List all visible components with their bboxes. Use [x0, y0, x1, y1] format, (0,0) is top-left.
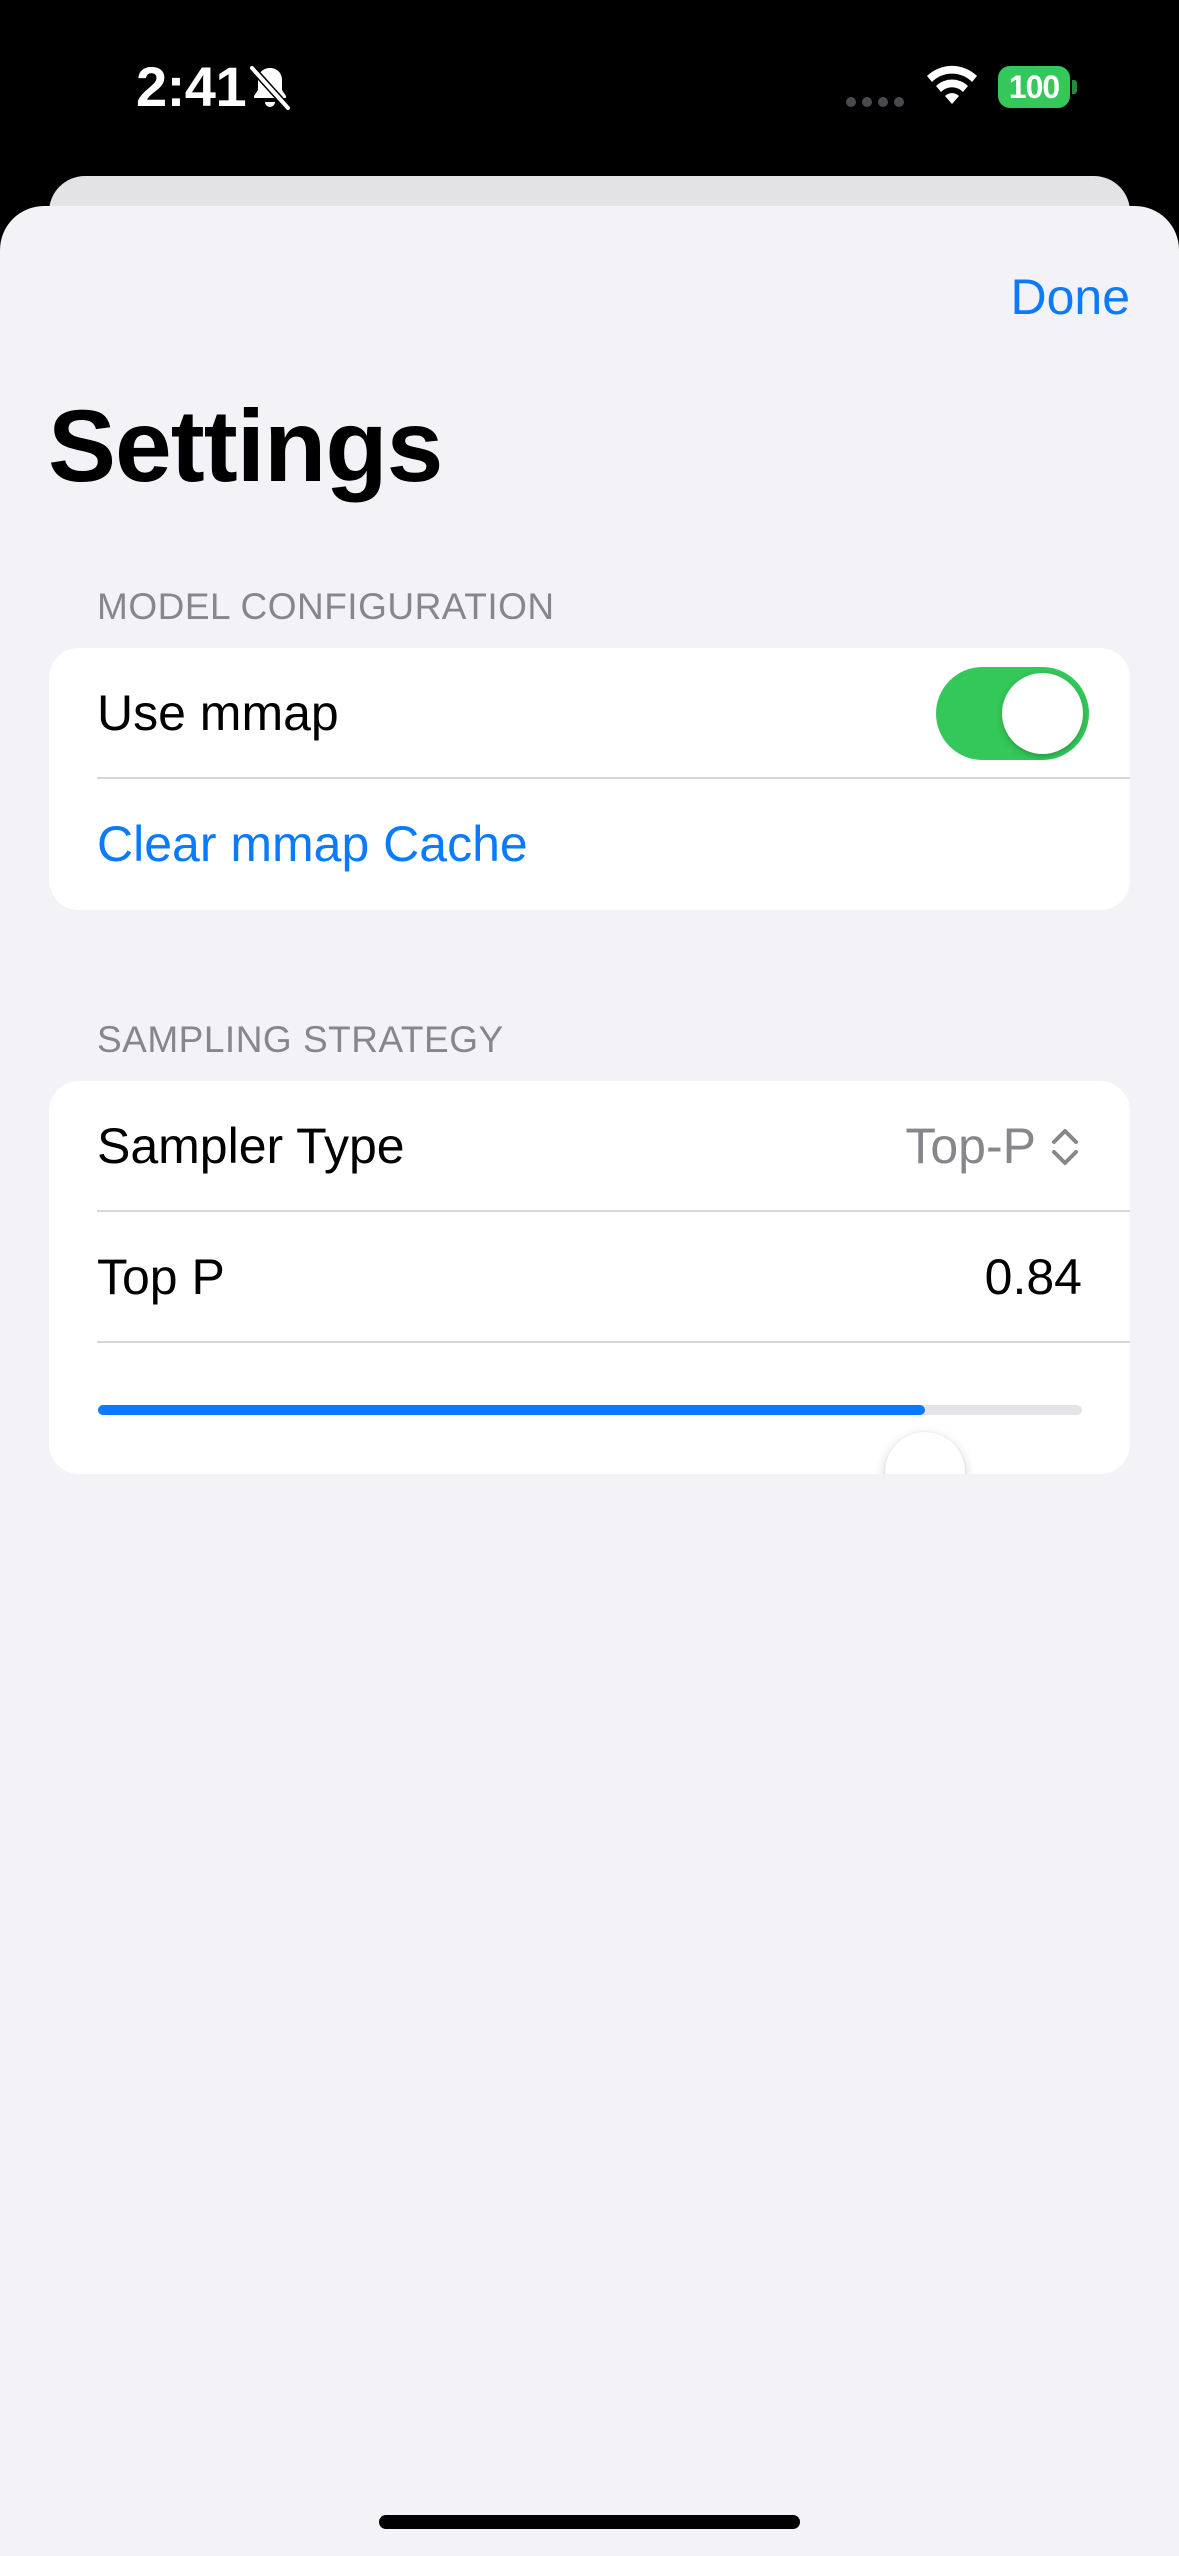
battery-level: 100: [998, 66, 1070, 108]
home-indicator: [379, 2515, 800, 2529]
use-mmap-row: Use mmap: [49, 648, 1130, 779]
status-time: 2:41: [136, 55, 247, 118]
top-p-label: Top P: [97, 1249, 225, 1305]
settings-screen: 2:41 100 Done Settings MODEL CONFIGURATI…: [0, 0, 1179, 2556]
sampler-type-picker[interactable]: Top-P: [905, 1081, 1082, 1212]
sampler-type-value: Top-P: [905, 1118, 1036, 1174]
status-bar: 2:41 100: [0, 0, 1179, 176]
slider-fill: [98, 1405, 925, 1415]
section-header-model-configuration: MODEL CONFIGURATION: [97, 586, 555, 627]
wifi-icon: [927, 65, 977, 104]
top-p-row: Top P 0.84: [49, 1212, 1130, 1343]
bell-slash-icon: [249, 65, 291, 111]
slider-thumb[interactable]: [884, 1432, 965, 1474]
clear-mmap-cache-button[interactable]: Clear mmap Cache: [97, 779, 528, 910]
toggle-knob: [1002, 673, 1083, 754]
clear-mmap-cache-row[interactable]: Clear mmap Cache: [49, 779, 1130, 910]
chevron-up-down-icon: [1052, 1128, 1078, 1165]
battery-cap: [1072, 80, 1077, 94]
use-mmap-toggle[interactable]: [936, 667, 1089, 760]
top-p-slider-row: [49, 1343, 1130, 1474]
sampler-type-row[interactable]: Sampler Type Top-P: [49, 1081, 1130, 1212]
settings-sheet: Done Settings MODEL CONFIGURATION Use mm…: [0, 206, 1179, 2556]
page-title: Settings: [48, 389, 443, 503]
top-p-value: 0.84: [984, 1249, 1082, 1305]
battery-indicator: 100: [998, 66, 1077, 108]
done-button[interactable]: Done: [1010, 262, 1130, 332]
section-header-sampling-strategy: SAMPLING STRATEGY: [97, 1019, 504, 1060]
sampler-type-label: Sampler Type: [97, 1118, 405, 1174]
cellular-signal-icon: [846, 97, 904, 107]
top-p-slider[interactable]: [98, 1405, 1082, 1474]
sampling-strategy-group: Sampler Type Top-P Top P 0.84: [49, 1081, 1130, 1474]
use-mmap-label: Use mmap: [97, 685, 339, 741]
model-configuration-group: Use mmap Clear mmap Cache: [49, 648, 1130, 910]
